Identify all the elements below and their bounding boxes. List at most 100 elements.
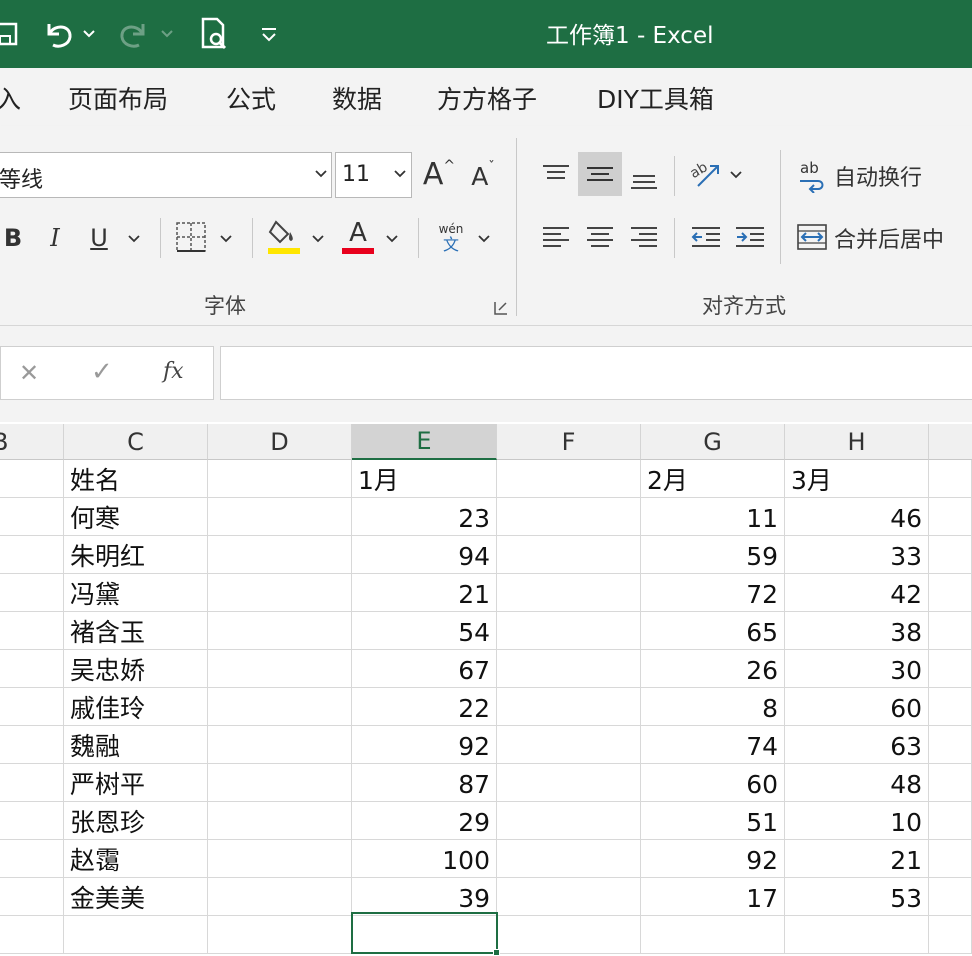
merge-center-button[interactable]: 合并后居中 bbox=[796, 218, 972, 258]
empty-cell[interactable] bbox=[497, 688, 641, 726]
borders-icon[interactable] bbox=[174, 220, 208, 254]
name-cell[interactable]: 严树平 bbox=[64, 764, 208, 802]
phonetic-guide-button[interactable]: wén 文 bbox=[430, 218, 472, 258]
value-cell-m2[interactable]: 60 bbox=[641, 764, 785, 802]
column-header-h[interactable]: H bbox=[785, 424, 929, 460]
empty-cell[interactable] bbox=[0, 726, 64, 764]
value-cell-m1[interactable]: 54 bbox=[352, 612, 497, 650]
value-cell-m1[interactable]: 29 bbox=[352, 802, 497, 840]
empty-cell[interactable] bbox=[208, 840, 352, 878]
font-size-combo[interactable]: 11 bbox=[335, 152, 412, 198]
underline-dropdown-icon[interactable] bbox=[128, 232, 140, 248]
bold-button[interactable]: B bbox=[0, 218, 26, 258]
name-cell[interactable]: 赵霭 bbox=[64, 840, 208, 878]
empty-cell[interactable] bbox=[208, 574, 352, 612]
empty-cell[interactable] bbox=[208, 536, 352, 574]
empty-cell[interactable] bbox=[929, 916, 972, 954]
tab-diy-toolbox[interactable]: DIY工具箱 bbox=[597, 80, 714, 116]
chevron-down-icon[interactable] bbox=[394, 167, 406, 183]
value-cell-m2[interactable]: 92 bbox=[641, 840, 785, 878]
font-name-combo[interactable]: 等线 bbox=[0, 152, 332, 198]
header-cell-m1[interactable]: 1月 bbox=[352, 460, 497, 498]
value-cell-m2[interactable]: 17 bbox=[641, 878, 785, 916]
column-header-c[interactable]: C bbox=[64, 424, 208, 460]
value-cell-m1[interactable]: 92 bbox=[352, 726, 497, 764]
align-center-icon[interactable] bbox=[580, 216, 620, 260]
name-cell[interactable]: 戚佳玲 bbox=[64, 688, 208, 726]
bottom-align-icon[interactable] bbox=[624, 156, 664, 200]
tab-data[interactable]: 数据 bbox=[332, 80, 382, 116]
empty-cell[interactable] bbox=[497, 878, 641, 916]
value-cell-m3[interactable]: 60 bbox=[785, 688, 929, 726]
formula-input[interactable] bbox=[220, 346, 972, 400]
value-cell-m1[interactable]: 67 bbox=[352, 650, 497, 688]
orientation-icon[interactable]: ab bbox=[686, 152, 726, 196]
empty-cell[interactable] bbox=[208, 612, 352, 650]
tab-insert[interactable]: 入 bbox=[0, 80, 21, 116]
phonetic-dropdown-icon[interactable] bbox=[478, 232, 490, 248]
empty-cell[interactable] bbox=[497, 650, 641, 688]
fill-color-icon[interactable] bbox=[266, 216, 302, 258]
orientation-dropdown-icon[interactable] bbox=[730, 168, 742, 184]
empty-cell[interactable] bbox=[929, 650, 972, 688]
empty-cell[interactable] bbox=[497, 726, 641, 764]
empty-cell[interactable] bbox=[0, 916, 64, 954]
empty-cell[interactable] bbox=[0, 764, 64, 802]
empty-cell[interactable] bbox=[929, 840, 972, 878]
italic-button[interactable]: I bbox=[42, 218, 68, 258]
empty-cell[interactable] bbox=[929, 460, 972, 498]
value-cell-m3[interactable]: 48 bbox=[785, 764, 929, 802]
column-header-d[interactable]: D bbox=[208, 424, 352, 460]
font-color-dropdown-icon[interactable] bbox=[386, 232, 398, 248]
value-cell-m2[interactable]: 11 bbox=[641, 498, 785, 536]
value-cell-m2[interactable]: 65 bbox=[641, 612, 785, 650]
value-cell-m2[interactable]: 72 bbox=[641, 574, 785, 612]
name-cell[interactable]: 朱明红 bbox=[64, 536, 208, 574]
active-cell-selection[interactable] bbox=[351, 912, 498, 954]
header-cell-m3[interactable]: 3月 bbox=[785, 460, 929, 498]
value-cell-m3[interactable]: 33 bbox=[785, 536, 929, 574]
empty-cell[interactable] bbox=[929, 574, 972, 612]
header-cell-name[interactable]: 姓名 bbox=[64, 460, 208, 498]
empty-cell[interactable] bbox=[641, 916, 785, 954]
value-cell-m1[interactable]: 87 bbox=[352, 764, 497, 802]
column-header-i[interactable] bbox=[929, 424, 972, 460]
empty-cell[interactable] bbox=[208, 688, 352, 726]
name-cell[interactable]: 张恩珍 bbox=[64, 802, 208, 840]
empty-cell[interactable] bbox=[0, 498, 64, 536]
value-cell-m2[interactable]: 51 bbox=[641, 802, 785, 840]
empty-cell[interactable] bbox=[785, 916, 929, 954]
empty-cell[interactable] bbox=[497, 536, 641, 574]
increase-font-size-button[interactable]: A ^ bbox=[420, 152, 458, 196]
insert-function-icon[interactable]: fx bbox=[163, 359, 184, 384]
empty-cell[interactable] bbox=[208, 726, 352, 764]
save-icon[interactable] bbox=[0, 14, 20, 54]
empty-cell[interactable] bbox=[0, 460, 64, 498]
empty-cell[interactable] bbox=[0, 536, 64, 574]
undo-dropdown-icon[interactable] bbox=[80, 14, 98, 54]
value-cell-m3[interactable]: 38 bbox=[785, 612, 929, 650]
column-header-b[interactable]: B bbox=[0, 424, 64, 460]
value-cell-m2[interactable]: 26 bbox=[641, 650, 785, 688]
empty-cell[interactable] bbox=[208, 460, 352, 498]
chevron-down-icon[interactable] bbox=[315, 167, 327, 183]
empty-cell[interactable] bbox=[64, 916, 208, 954]
tab-page-layout[interactable]: 页面布局 bbox=[68, 80, 168, 116]
fill-handle[interactable] bbox=[493, 949, 500, 956]
cancel-icon[interactable]: ✕ bbox=[19, 359, 39, 387]
value-cell-m2[interactable]: 59 bbox=[641, 536, 785, 574]
tab-fangfanggezi[interactable]: 方方格子 bbox=[437, 80, 537, 116]
value-cell-m3[interactable]: 10 bbox=[785, 802, 929, 840]
borders-dropdown-icon[interactable] bbox=[220, 232, 232, 248]
top-align-icon[interactable] bbox=[536, 152, 576, 196]
align-right-icon[interactable] bbox=[624, 216, 664, 260]
empty-cell[interactable] bbox=[929, 726, 972, 764]
value-cell-m1[interactable]: 21 bbox=[352, 574, 497, 612]
increase-indent-icon[interactable] bbox=[730, 216, 770, 260]
empty-cell[interactable] bbox=[208, 498, 352, 536]
empty-cell[interactable] bbox=[208, 650, 352, 688]
empty-cell[interactable] bbox=[208, 764, 352, 802]
name-cell[interactable]: 何寒 bbox=[64, 498, 208, 536]
decrease-font-size-button[interactable]: Aˇ bbox=[466, 156, 500, 196]
font-dialog-launcher-icon[interactable] bbox=[494, 300, 508, 319]
